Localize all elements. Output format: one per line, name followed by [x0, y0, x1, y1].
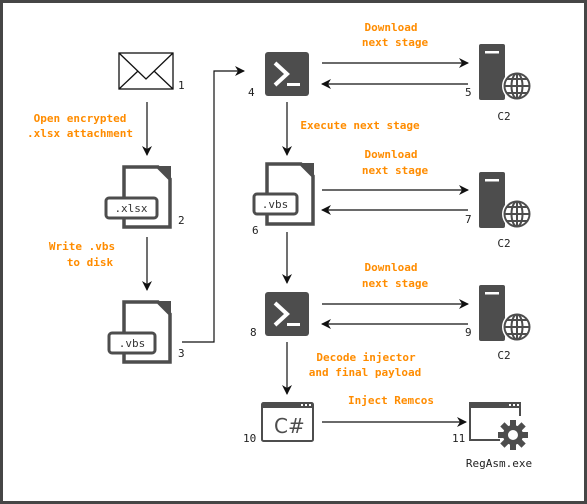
node-number: 8	[250, 326, 257, 339]
node-number: 4	[248, 86, 255, 99]
server-globe-icon	[478, 43, 533, 102]
server-globe-icon	[478, 171, 533, 230]
file-icon	[104, 164, 173, 229]
node-number: 7	[465, 213, 472, 226]
flow-diagram: 1 Open encrypted .xlsx attachment .xlsx …	[27, 21, 533, 470]
powershell-icon	[263, 50, 311, 98]
edge-label: Decode injector	[316, 351, 416, 364]
node-caption: C2	[497, 349, 510, 362]
node-number: 10	[243, 432, 256, 445]
edge-label: Inject Remcos	[348, 394, 434, 407]
node-caption: C2	[497, 237, 510, 250]
edge-label: .xlsx attachment	[27, 127, 133, 140]
edge-label: Write .vbs	[49, 240, 115, 253]
node-number: 5	[465, 86, 472, 99]
file-icon	[107, 299, 173, 364]
node-number: 1	[178, 79, 185, 92]
node-number: 9	[465, 326, 472, 339]
file-extension-tag: .vbs	[262, 198, 289, 211]
edge-label: next stage	[362, 36, 429, 49]
edge-label: Download	[365, 21, 418, 34]
file-extension-tag: .xlsx	[114, 202, 147, 215]
edge-label: Download	[365, 261, 418, 274]
node-caption: RegAsm.exe	[466, 457, 532, 470]
powershell-icon	[263, 290, 311, 338]
node-number: 6	[252, 224, 259, 237]
file-extension-tag: .vbs	[119, 337, 146, 350]
diagram-frame: 1 Open encrypted .xlsx attachment .xlsx …	[0, 0, 587, 504]
node-number: 11	[452, 432, 465, 445]
envelope-icon	[118, 52, 174, 90]
node-number: 3	[178, 347, 185, 360]
edge-label: next stage	[362, 277, 429, 290]
edge-label: next stage	[362, 164, 429, 177]
edge-label: Execute next stage	[300, 119, 420, 132]
edge-arrow	[182, 66, 245, 343]
csharp-glyph: C#	[274, 414, 305, 438]
edge-label: Open encrypted	[34, 112, 127, 125]
app-gear-window-icon	[469, 402, 528, 450]
server-globe-icon	[478, 284, 533, 343]
file-icon	[252, 161, 316, 226]
node-caption: C2	[497, 110, 510, 123]
edge-label: and final payload	[309, 366, 422, 379]
edge-label: to disk	[67, 256, 114, 269]
node-number: 2	[178, 214, 185, 227]
edge-label: Download	[365, 148, 418, 161]
